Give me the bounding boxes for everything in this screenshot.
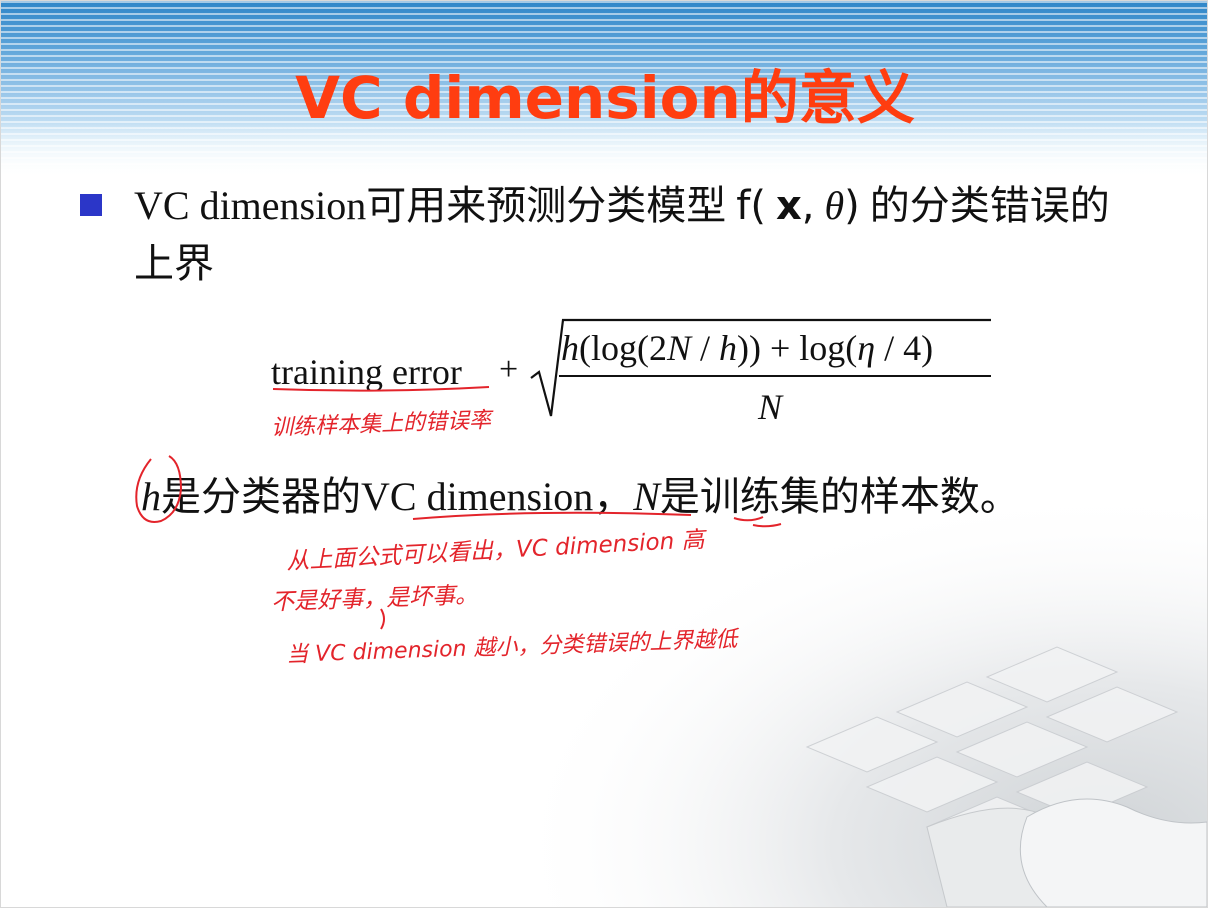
var-N: N	[633, 474, 660, 519]
formula-plus: +	[499, 351, 519, 388]
comma: ,	[801, 183, 815, 229]
num-N: N	[666, 328, 691, 368]
num-part-4: / 4)	[875, 328, 934, 368]
formula-theta: θ	[824, 183, 845, 228]
close-paren: )	[844, 183, 860, 229]
definition-text-1: 是分类器的VC dimension，	[161, 474, 634, 519]
bullet-text-before: VC dimension可用来预测分类模型	[134, 183, 737, 228]
formula-x: x	[775, 183, 802, 229]
formula-training-error: training error	[271, 352, 462, 392]
num-part-2: /	[691, 328, 720, 368]
num-part-1: (log(2	[579, 328, 667, 368]
annotation-line-2: 不是好事，是坏事。	[270, 582, 479, 616]
formula-f: f	[736, 183, 751, 229]
bullet-text: VC dimension可用来预测分类模型 f( x, θ) 的分类错误的上界	[134, 177, 1144, 293]
var-h: h	[141, 474, 161, 519]
num-h2: h	[719, 328, 738, 368]
slide: VC dimension的意义 VC dimension可用来预测分类模型 f(…	[0, 0, 1208, 908]
slide-title: VC dimension的意义	[295, 64, 915, 132]
definition-text-2: 是训练集的样本数。	[659, 474, 1020, 519]
num-part-3: )) + log(	[737, 328, 858, 368]
fraction-denominator: N	[758, 387, 783, 427]
open-paren: (	[750, 183, 766, 229]
fraction-numerator: h(log(2N / h)) + log(η / 4)	[561, 327, 933, 369]
definition-line: h是分类器的VC dimension，N是训练集的样本数。	[141, 464, 1020, 522]
annotation-training-error: 训练样本集上的错误率	[270, 408, 492, 441]
num-h: h	[561, 328, 579, 368]
bullet-marker	[80, 194, 102, 216]
num-eta: η	[857, 328, 876, 368]
